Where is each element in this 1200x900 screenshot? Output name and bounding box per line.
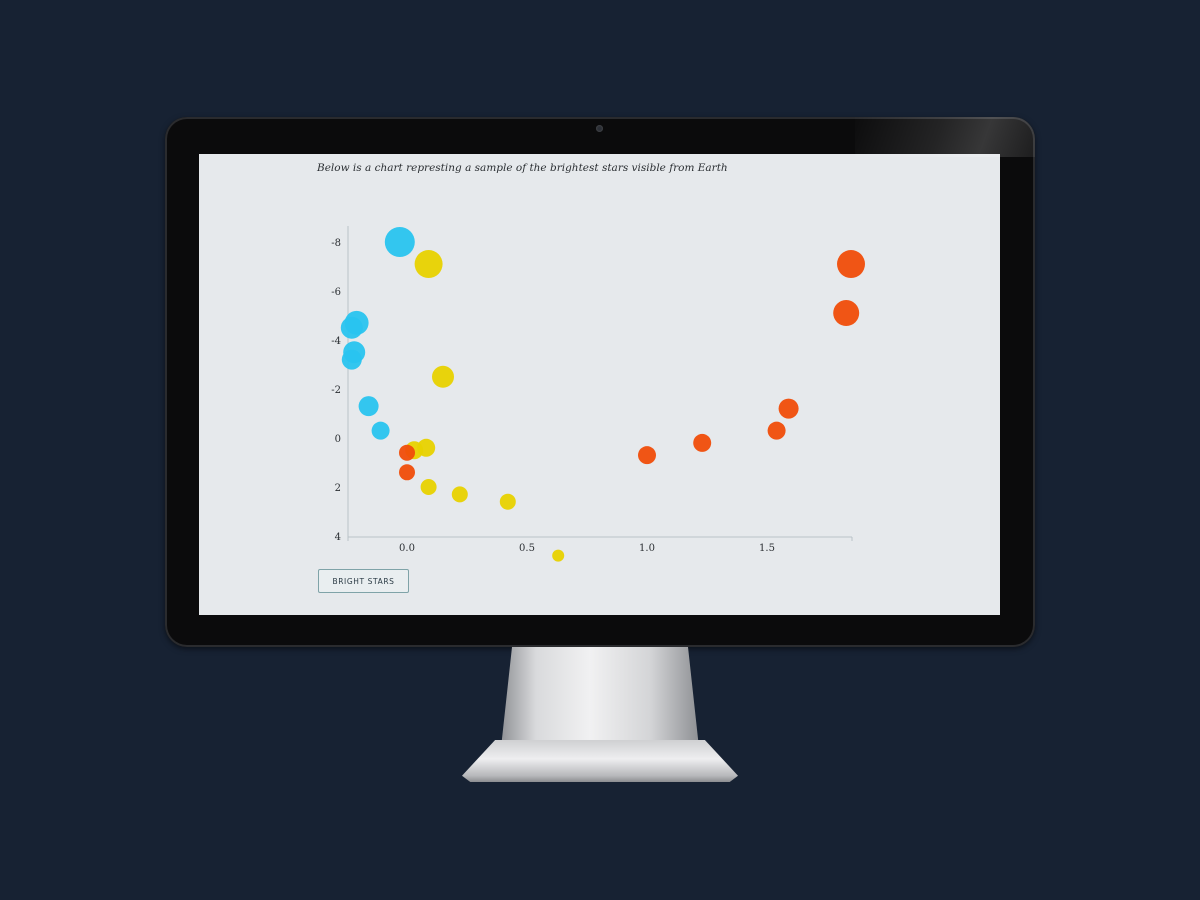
x-tick-label: 1.5: [759, 543, 775, 554]
blue-star-point: [340, 316, 363, 339]
y-tick-label: -6: [331, 287, 341, 298]
yellow-star-point: [499, 493, 516, 510]
monitor-stand-base: [462, 740, 738, 782]
y-tick-label: 0: [335, 434, 341, 445]
x-tick-label: 0.0: [399, 543, 415, 554]
blue-star-point: [358, 396, 379, 417]
x-tick-label: 1.0: [639, 543, 655, 554]
red-star-point: [778, 398, 799, 419]
red-star-point: [837, 250, 865, 279]
x-tick-label: 0.5: [519, 543, 535, 554]
yellow-star-point: [552, 549, 565, 562]
blue-star-point: [384, 227, 415, 257]
red-star-point: [399, 444, 415, 461]
blue-star-point: [341, 349, 362, 370]
y-tick-label: -2: [331, 385, 341, 396]
blue-star-point: [371, 421, 390, 440]
y-tick-label: -4: [331, 336, 341, 347]
screen: Below is a chart represting a sample of …: [199, 154, 1000, 615]
red-star-point: [638, 446, 656, 465]
red-star-point: [833, 300, 860, 327]
yellow-star-point: [451, 486, 468, 503]
red-star-point: [399, 464, 415, 481]
scatter-chart: -8 -6 -4 -2 0 2 4 0.0 0.5 1.0 1.5: [331, 226, 865, 562]
red-star-point: [767, 421, 786, 440]
monitor: Below is a chart represting a sample of …: [165, 117, 1035, 647]
yellow-star-point: [414, 250, 443, 279]
camera-dot: [596, 125, 603, 132]
y-tick-label: 2: [335, 483, 341, 494]
y-tick-label: -8: [331, 238, 341, 249]
bright-stars-button[interactable]: BRIGHT STARS: [318, 569, 409, 593]
yellow-star-point: [432, 365, 454, 388]
y-tick-label: 4: [335, 532, 341, 543]
red-star-point: [693, 433, 712, 452]
yellow-star-point: [417, 438, 436, 457]
yellow-star-point: [420, 479, 437, 495]
